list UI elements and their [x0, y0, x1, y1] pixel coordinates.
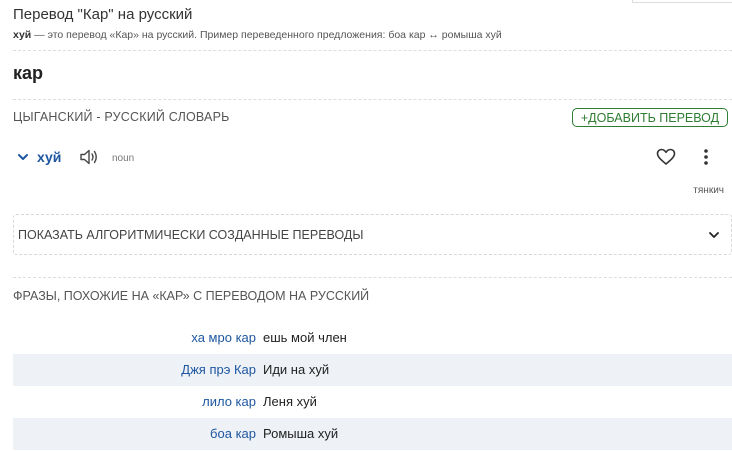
phrase-target: Леня хуй: [263, 394, 317, 409]
phrase-row: Джя прэ Кар Иди на хуй: [13, 354, 732, 386]
divider: [13, 99, 732, 100]
dictionary-title: ЦЫГАНСКИЙ - РУССКИЙ СЛОВАРЬ: [13, 110, 230, 124]
chevron-down-icon: [707, 228, 721, 247]
phrase-target: Ромыша хуй: [263, 426, 339, 441]
page-title: Перевод "Кар" на русский: [13, 6, 193, 23]
page-subtitle: хуй — это перевод «Кар» на русский. Прим…: [13, 29, 502, 41]
subtitle-text: — это перевод «Кар» на русский. Пример п…: [31, 29, 502, 41]
subtitle-translation: хуй: [13, 29, 32, 41]
part-of-speech: noun: [112, 153, 135, 164]
phrase-row: лило кар Леня хуй: [13, 386, 732, 418]
divider: [13, 277, 732, 278]
algorithmic-translations-toggle[interactable]: ПОКАЗАТЬ АЛГОРИТМИЧЕСКИ СОЗДАННЫЕ ПЕРЕВО…: [13, 214, 732, 255]
phrase-row: ха мро кар ешь мой член: [13, 322, 732, 354]
phrase-source[interactable]: ха мро кар: [191, 330, 256, 345]
chevron-down-icon[interactable]: [16, 150, 30, 169]
phrase-target: ешь мой член: [263, 330, 347, 345]
heart-icon[interactable]: [656, 148, 676, 171]
speaker-icon[interactable]: [79, 148, 99, 171]
top-search-frame: [632, 0, 732, 3]
phrase-source[interactable]: Джя прэ Кар: [181, 362, 256, 377]
phrase-row: боа кар Ромыша хуй: [13, 418, 732, 450]
translation-word[interactable]: хуй: [37, 149, 61, 165]
contributor-name[interactable]: тянкич: [693, 185, 724, 196]
algo-label: ПОКАЗАТЬ АЛГОРИТМИЧЕСКИ СОЗДАННЫЕ ПЕРЕВО…: [18, 228, 364, 242]
add-translation-button[interactable]: +ДОБАВИТЬ ПЕРЕВОД: [572, 108, 728, 127]
divider: [13, 50, 732, 51]
phrase-source[interactable]: лило кар: [202, 394, 256, 409]
phrase-source[interactable]: боа кар: [210, 426, 256, 441]
phrase-target: Иди на хуй: [263, 362, 330, 377]
phrases-title: ФРАЗЫ, ПОХОЖИЕ НА «КАР» С ПЕРЕВОДОМ НА Р…: [13, 289, 370, 303]
kebab-menu-icon[interactable]: [700, 148, 712, 171]
headword: кар: [13, 63, 44, 83]
